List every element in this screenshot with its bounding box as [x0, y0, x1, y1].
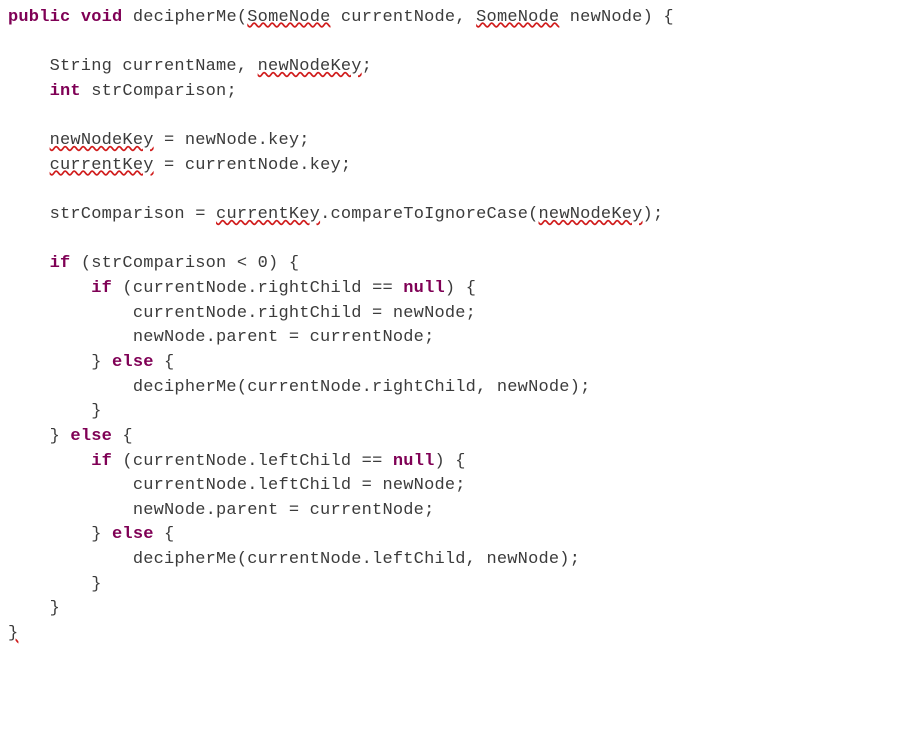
- kw-else3: else: [112, 525, 154, 544]
- kw-null2: null: [393, 452, 435, 471]
- stmt-rec-r: decipherMe(currentNode.rightChild, newNo…: [8, 378, 591, 397]
- strcomp-lhs: strComparison =: [8, 205, 216, 224]
- decl-strcomp: strComparison;: [81, 82, 237, 101]
- brace-close5: }: [8, 575, 102, 594]
- indent: [8, 254, 50, 273]
- strcomp-arg: newNodeKey: [539, 205, 643, 224]
- type-somenode2: SomeNode: [476, 8, 559, 27]
- paren: (: [237, 8, 247, 27]
- sp: [122, 8, 132, 27]
- if2-cond: (currentNode.rightChild ==: [112, 279, 403, 298]
- kw-else1: else: [112, 353, 154, 372]
- comma: ,: [455, 8, 476, 27]
- decl-string: String currentName,: [8, 57, 258, 76]
- else1-open: {: [154, 353, 175, 372]
- if1-cond: (strComparison < 0) {: [70, 254, 299, 273]
- assign1-rhs: = newNode.key;: [154, 131, 310, 150]
- brace-close1: }: [8, 353, 112, 372]
- brace-close2: }: [8, 402, 102, 421]
- kw-void: void: [81, 8, 123, 27]
- strcomp-end: );: [643, 205, 664, 224]
- kw-public: public: [8, 8, 70, 27]
- kw-else2: else: [70, 427, 112, 446]
- stmt-r1: currentNode.rightChild = newNode;: [8, 304, 476, 323]
- brace-close3: }: [8, 427, 70, 446]
- assign2-rhs: = currentNode.key;: [154, 156, 352, 175]
- stmt-rec-l: decipherMe(currentNode.leftChild, newNod…: [8, 550, 580, 569]
- kw-int: int: [50, 82, 81, 101]
- indent: [8, 156, 50, 175]
- param-currentnode: currentNode: [341, 8, 455, 27]
- kw-if1: if: [50, 254, 71, 273]
- indent: [8, 82, 50, 101]
- if2-end: ) {: [445, 279, 476, 298]
- param-newnode: newNode: [570, 8, 643, 27]
- semi: ;: [362, 57, 372, 76]
- stmt-l2: newNode.parent = currentNode;: [8, 501, 434, 520]
- kw-null1: null: [403, 279, 445, 298]
- strcomp-currentkey: currentKey: [216, 205, 320, 224]
- id-newnodekey: newNodeKey: [258, 57, 362, 76]
- code-block: public void decipherMe(SomeNode currentN…: [8, 6, 903, 647]
- sp: [331, 8, 341, 27]
- strcomp-rest: .compareToIgnoreCase(: [320, 205, 538, 224]
- fn-name: decipherMe: [133, 8, 237, 27]
- brace: ) {: [643, 8, 674, 27]
- kw-if3: if: [91, 452, 112, 471]
- assign2-lhs: currentKey: [50, 156, 154, 175]
- indent: [8, 452, 91, 471]
- brace-close7: }: [8, 624, 18, 643]
- stmt-l1: currentNode.leftChild = newNode;: [8, 476, 466, 495]
- brace-close6: }: [8, 599, 60, 618]
- kw-if2: if: [91, 279, 112, 298]
- if3-end: ) {: [435, 452, 466, 471]
- if3-cond: (currentNode.leftChild ==: [112, 452, 393, 471]
- else3-open: {: [154, 525, 175, 544]
- brace-close4: }: [8, 525, 112, 544]
- stmt-r2: newNode.parent = currentNode;: [8, 328, 434, 347]
- else2-open: {: [112, 427, 133, 446]
- assign1-lhs: newNodeKey: [50, 131, 154, 150]
- indent: [8, 131, 50, 150]
- type-somenode: SomeNode: [247, 8, 330, 27]
- sp: [559, 8, 569, 27]
- sp: [70, 8, 80, 27]
- indent: [8, 279, 91, 298]
